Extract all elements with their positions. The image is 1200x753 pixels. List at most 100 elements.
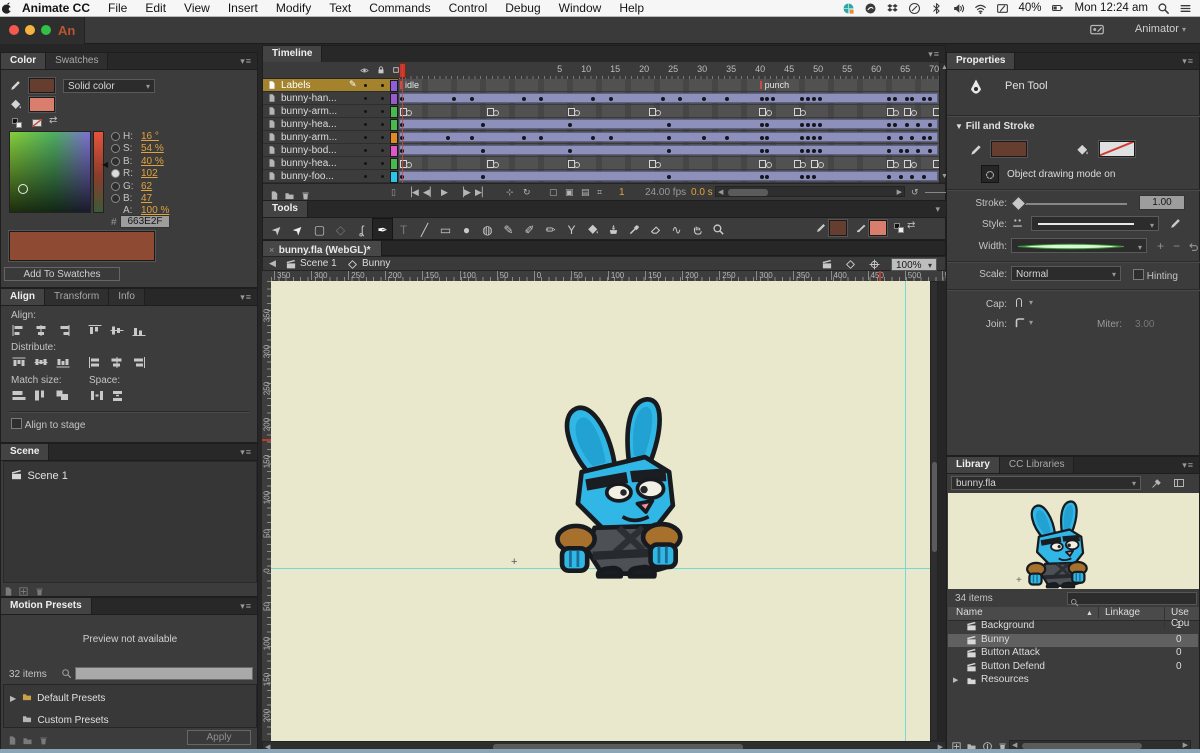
layer-bunny-foo-[interactable]: bunny-foo...: [263, 170, 398, 183]
playhead-line[interactable]: [402, 64, 403, 183]
workspace-switcher[interactable]: Animator ▾: [1135, 23, 1186, 35]
hairline-style-icon[interactable]: [1011, 217, 1024, 230]
rectangle-tool[interactable]: ▭: [435, 219, 456, 241]
document-tab[interactable]: × bunny.fla (WebGL)*: [263, 241, 382, 256]
tab-swatches[interactable]: Swatches: [46, 53, 108, 69]
stroke-color-tool-icon[interactable]: [9, 79, 22, 92]
notification-center-icon[interactable]: [1179, 2, 1192, 15]
width-tool[interactable]: ∿: [666, 219, 687, 241]
swap-colors-icon[interactable]: ⇄: [907, 220, 915, 231]
layer-visible-dot[interactable]: [364, 84, 367, 87]
distribute-top-icon[interactable]: [11, 356, 27, 369]
sync-app-icon[interactable]: [842, 2, 855, 15]
zoom-level-dropdown[interactable]: 100%▾: [891, 258, 937, 271]
layer-outline-chip[interactable]: [390, 171, 398, 183]
frames-row-bunny-arm-[interactable]: [399, 105, 939, 118]
black-white-swatch-icon[interactable]: [893, 222, 905, 234]
menu-debug[interactable]: Debug: [496, 1, 549, 15]
wifi-icon[interactable]: [974, 2, 987, 15]
stroke-color-tool-icon[interactable]: [815, 222, 827, 234]
menu-commands[interactable]: Commands: [360, 1, 439, 15]
toolbar-fill-swatch[interactable]: [869, 220, 887, 236]
screen-mode-icon[interactable]: [1086, 22, 1108, 37]
panel-menu-icon[interactable]: ▾≡: [240, 289, 257, 305]
menu-edit[interactable]: Edit: [136, 1, 175, 15]
edit-stroke-style-icon[interactable]: [1169, 217, 1182, 230]
layer-outline-chip[interactable]: [390, 132, 398, 144]
black-white-swatch-icon[interactable]: [11, 117, 23, 129]
hue-slider-thumb[interactable]: ◀: [102, 160, 108, 169]
duplicate-scene-icon[interactable]: [3, 586, 14, 597]
frames-row-bunny-arm-[interactable]: [399, 131, 939, 144]
gradient-transform-tool[interactable]: ◇: [330, 219, 351, 241]
stroke-color-swatch[interactable]: [29, 78, 55, 93]
frames-row-bunny-foo-[interactable]: [399, 170, 939, 183]
tab-align[interactable]: Align: [1, 289, 45, 305]
stroke-width-slider[interactable]: [1015, 203, 1127, 205]
line-tool[interactable]: ╱: [414, 219, 435, 241]
layer-lock-dot[interactable]: [381, 110, 384, 113]
minimize-window-button[interactable]: [25, 25, 35, 35]
distribute-center-icon[interactable]: [109, 356, 125, 369]
fill-color-swatch-none[interactable]: [1099, 141, 1135, 157]
edit-scene-icon[interactable]: [821, 259, 833, 270]
tab-info[interactable]: Info: [109, 289, 145, 305]
vertical-guide[interactable]: [905, 281, 906, 741]
stroke-color-swatch[interactable]: [991, 141, 1027, 157]
center-frame-button[interactable]: ⊹: [506, 187, 514, 198]
remove-width-icon[interactable]: −: [1173, 239, 1180, 253]
selection-tool[interactable]: ➤: [267, 219, 288, 241]
add-scene-icon[interactable]: [18, 586, 29, 597]
scene-list-item[interactable]: Scene 1: [10, 466, 68, 484]
layer-bunny-han-[interactable]: bunny-han...: [263, 92, 398, 105]
space-horizontal-icon[interactable]: [111, 389, 127, 402]
hex-value-field[interactable]: 663E2F: [120, 215, 170, 228]
menu-insert[interactable]: Insert: [219, 1, 267, 15]
go-to-last-frame-button[interactable]: ▶▏: [475, 187, 489, 198]
layer-lock-dot[interactable]: [381, 123, 384, 126]
layer-lock-dot[interactable]: [381, 162, 384, 165]
apply-preset-button[interactable]: Apply: [187, 730, 251, 745]
frames-row-bunny-han-[interactable]: [399, 92, 939, 105]
volume-icon[interactable]: [952, 2, 965, 15]
layer-visible-dot[interactable]: [364, 162, 367, 165]
zoom-window-button[interactable]: [41, 25, 51, 35]
preset-folder-default[interactable]: ▶ Default Presets: [4, 685, 256, 706]
layer-visible-dot[interactable]: [364, 123, 367, 126]
layer-outline-chip[interactable]: [390, 106, 398, 118]
library-column-headers[interactable]: Name ▲ Linkage Use Cou: [948, 607, 1199, 621]
align-bottom-icon[interactable]: [131, 324, 147, 337]
paint-brush-tool[interactable]: ✐: [519, 219, 540, 241]
library-item-button-attack[interactable]: Button Attack 0: [948, 647, 1198, 661]
layer-labels[interactable]: Labels ✎: [263, 79, 398, 92]
layer-bunny-arm-[interactable]: bunny-arm...: [263, 105, 398, 118]
tab-motion-presets[interactable]: Motion Presets: [1, 598, 92, 614]
creative-cloud-icon[interactable]: [864, 2, 877, 15]
hand-tool[interactable]: [687, 219, 708, 241]
layer-outline-chip[interactable]: [390, 145, 398, 157]
subselection-tool[interactable]: ➤: [288, 219, 309, 241]
toolbar-stroke-swatch[interactable]: [829, 220, 847, 236]
object-drawing-mode-icon[interactable]: [981, 165, 999, 183]
frames-row-bunny-hea-[interactable]: [399, 118, 939, 131]
breadcrumb-symbol[interactable]: Bunny: [362, 258, 390, 269]
menu-modify[interactable]: Modify: [267, 1, 320, 15]
frame-rate[interactable]: 24.00 fps: [645, 187, 686, 198]
layer-visible-dot[interactable]: [364, 97, 367, 100]
menu-text[interactable]: Text: [320, 1, 360, 15]
align-left-icon[interactable]: [11, 324, 27, 337]
align-top-icon[interactable]: [87, 324, 103, 337]
ink-bottle-tool[interactable]: [603, 219, 624, 241]
menu-window[interactable]: Window: [550, 1, 611, 15]
free-transform-tool[interactable]: ▢: [309, 219, 330, 241]
layer-bunny-hea-[interactable]: bunny-hea...: [263, 157, 398, 170]
fill-color-swatch[interactable]: [29, 97, 55, 112]
add-width-icon[interactable]: +: [1157, 239, 1164, 253]
library-document-dropdown[interactable]: bunny.fla▾: [951, 476, 1141, 490]
show-hide-layers-icon[interactable]: [359, 66, 370, 75]
tab-timeline[interactable]: Timeline: [263, 46, 322, 62]
align-middle-icon[interactable]: [109, 324, 125, 337]
space-vertical-icon[interactable]: [89, 389, 105, 402]
onion-skin-outlines-button[interactable]: ▣: [565, 187, 574, 198]
apple-menu-icon[interactable]: [0, 1, 13, 15]
